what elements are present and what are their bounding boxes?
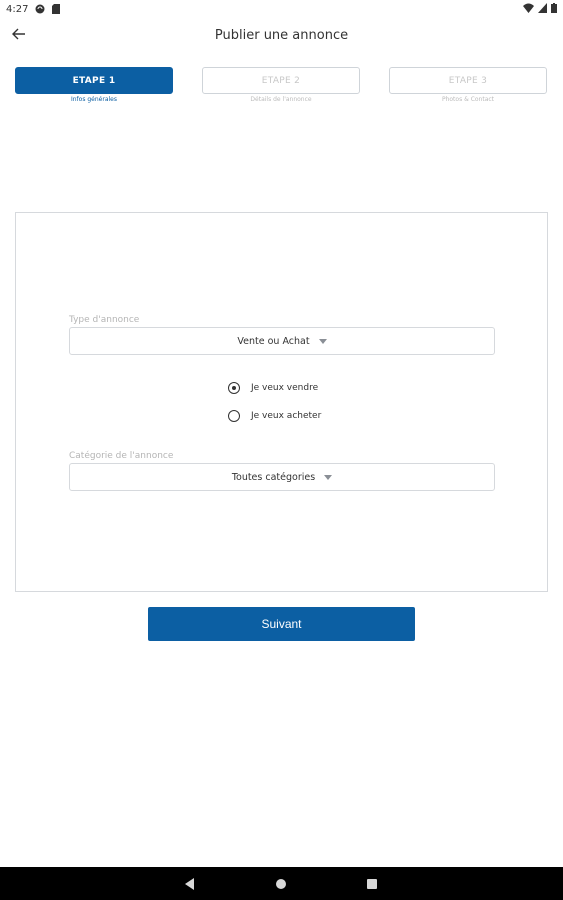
step-2-label: ETAPE 2	[261, 75, 301, 86]
category-label: Catégorie de l'annonce	[69, 451, 174, 461]
category-select-value: Toutes catégories	[231, 471, 316, 483]
radio-checked-icon	[228, 382, 240, 394]
cell-signal-icon	[538, 3, 547, 16]
radio-unchecked-icon	[228, 410, 240, 422]
sd-card-icon	[50, 3, 61, 14]
app-bar: Publier une annonce	[0, 20, 563, 54]
step-2-subtitle: Détails de l'annonce	[250, 96, 312, 103]
form-card: Type d'annonce Vente ou Achat Je veux ve…	[15, 212, 548, 592]
radio-buy-label: Je veux acheter	[251, 411, 322, 421]
status-time: 4:27	[6, 4, 29, 15]
dropdown-caret-icon	[324, 474, 333, 480]
step-1-tab[interactable]: ETAPE 1	[15, 67, 173, 94]
nav-recents-icon[interactable]	[367, 879, 377, 889]
step-3-label: ETAPE 3	[448, 75, 488, 86]
battery-icon	[551, 3, 557, 16]
page-title: Publier une annonce	[214, 28, 349, 43]
step-3-tab[interactable]: ETAPE 3	[389, 67, 547, 94]
nav-back-icon[interactable]	[185, 878, 194, 890]
dropdown-caret-icon	[318, 338, 327, 344]
step-2-tab[interactable]: ETAPE 2	[202, 67, 360, 94]
nav-home-icon[interactable]	[276, 879, 286, 889]
status-bar: 4:27	[0, 0, 563, 20]
step-1-label: ETAPE 1	[72, 75, 116, 86]
sync-icon	[34, 3, 45, 14]
category-select[interactable]: Toutes catégories	[69, 463, 495, 491]
system-nav-bar	[0, 867, 563, 900]
radio-sell[interactable]: Je veux vendre	[228, 382, 318, 394]
step-1-subtitle: Infos générales	[70, 96, 117, 103]
radio-buy[interactable]: Je veux acheter	[228, 410, 321, 422]
radio-sell-label: Je veux vendre	[251, 383, 319, 393]
step-3-subtitle: Photos & Contact	[441, 96, 495, 103]
type-select-value: Vente ou Achat	[237, 335, 310, 347]
next-button[interactable]: Suivant	[148, 607, 415, 641]
type-label: Type d'annonce	[69, 315, 140, 325]
wifi-icon	[523, 3, 534, 16]
status-icons	[523, 3, 557, 16]
type-select[interactable]: Vente ou Achat	[69, 327, 495, 355]
